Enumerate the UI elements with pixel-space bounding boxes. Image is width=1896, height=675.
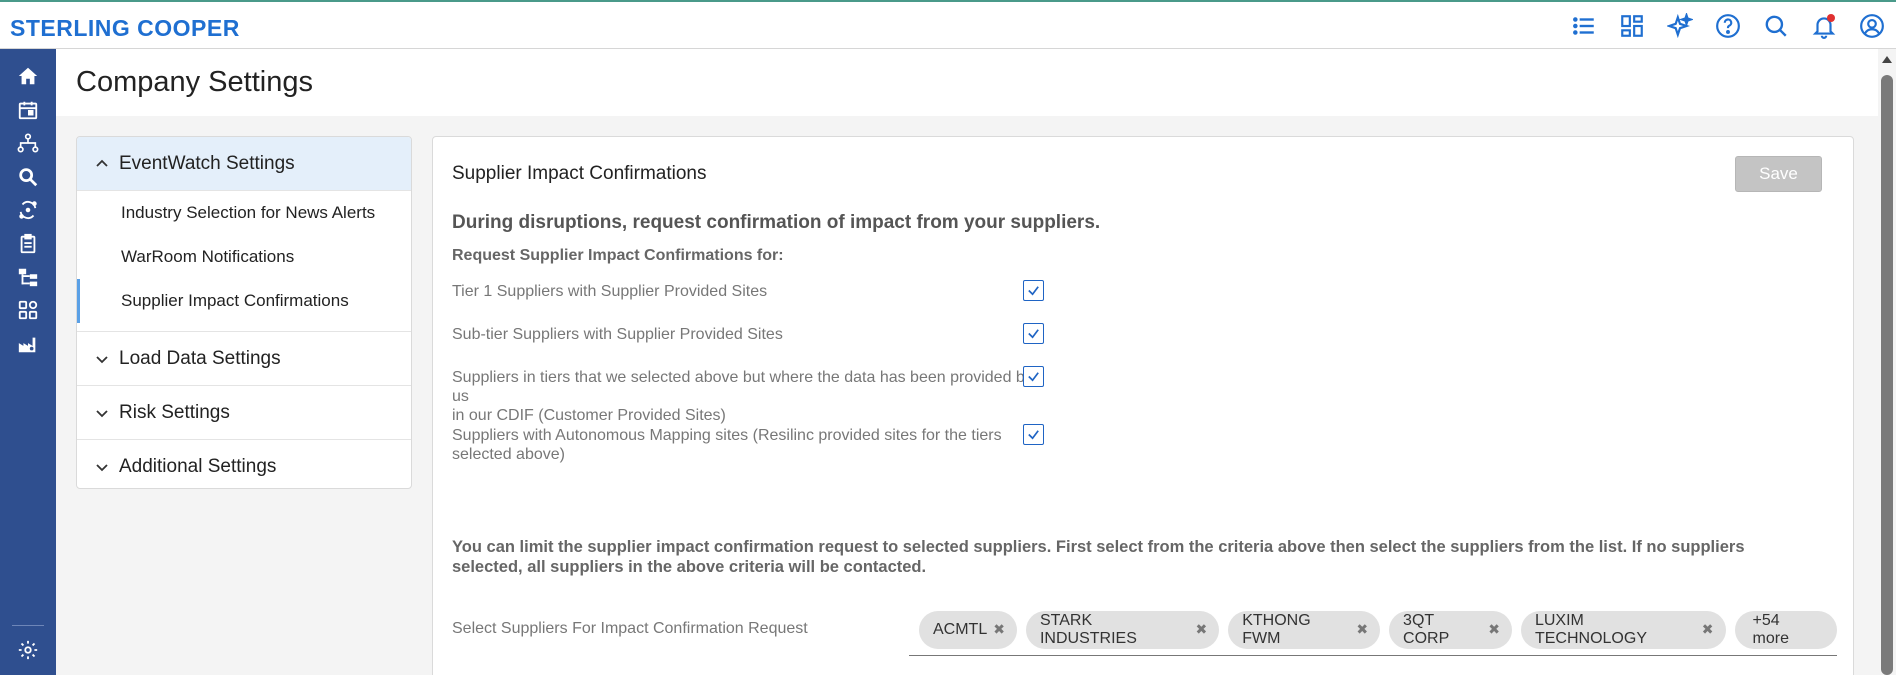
chip-remove-icon[interactable]: ✖ [1356, 621, 1368, 638]
clipboard-icon[interactable] [14, 230, 42, 258]
chip-label: STARK INDUSTRIES [1039, 611, 1137, 647]
chip-remove-icon[interactable]: ✖ [1195, 621, 1207, 638]
chip-label: KTHONG FWM [1242, 611, 1311, 647]
supplier-chip[interactable]: KTHONG FWM ✖ [1228, 610, 1381, 649]
checkbox-customer-provided[interactable] [1023, 366, 1044, 387]
sidebar-divider [12, 625, 44, 626]
checkbox-tier1[interactable] [1023, 280, 1044, 301]
check-icon [1028, 430, 1039, 440]
save-button[interactable]: Save [1735, 156, 1822, 192]
nav-group-label: Risk Settings [119, 401, 230, 423]
brand-logo[interactable]: STERLING COOPER [10, 15, 240, 42]
more-suppliers-chip[interactable]: +54 more [1734, 610, 1837, 649]
chevron-down-icon [93, 458, 111, 476]
page-title: Company Settings [76, 66, 313, 98]
option-text: Suppliers with Autonomous Mapping sites … [452, 427, 1002, 444]
checkbox-autonomous-mapping[interactable] [1023, 424, 1044, 445]
supplier-impact-card: Supplier Impact Confirmations Save Durin… [432, 136, 1854, 675]
options-label: Request Supplier Impact Confirmations fo… [452, 247, 784, 264]
chevron-up-icon [93, 155, 111, 173]
list-icon[interactable] [1560, 2, 1608, 49]
option-label-customer-provided: Suppliers in tiers that we selected abov… [452, 368, 1042, 425]
network-icon[interactable] [14, 129, 42, 157]
help-icon[interactable] [1704, 2, 1752, 49]
card-headline: During disruptions, request confirmation… [452, 212, 1101, 233]
page-scrollbar[interactable] [1878, 49, 1896, 675]
top-header: STERLING COOPER [0, 0, 1896, 49]
select-suppliers-label: Select Suppliers For Impact Confirmation… [452, 620, 808, 637]
chip-remove-icon[interactable]: ✖ [993, 621, 1005, 638]
search-icon[interactable] [1752, 2, 1800, 49]
scroll-up-arrow-icon[interactable] [1882, 56, 1892, 63]
option-text: selected above) [452, 446, 565, 463]
calendar-icon[interactable] [14, 96, 42, 124]
user-profile-icon[interactable] [1848, 2, 1896, 49]
chip-label: 3QT CORP [1403, 611, 1450, 647]
apps-grid-icon[interactable] [14, 296, 42, 324]
settings-gear-icon[interactable] [14, 636, 42, 664]
hierarchy-icon[interactable] [14, 263, 42, 291]
factory-icon[interactable] [14, 330, 42, 358]
option-text: Sub-tier Suppliers with Supplier Provide… [452, 326, 783, 343]
limit-note: You can limit the supplier impact confir… [452, 538, 1745, 576]
notification-dot [1827, 14, 1835, 22]
page-header: Company Settings [56, 49, 1878, 116]
nav-group-label: Additional Settings [119, 456, 277, 477]
chevron-down-icon [93, 350, 111, 368]
option-text: Tier 1 Suppliers with Supplier Provided … [452, 283, 768, 300]
nav-item-supplier-impact-confirmations[interactable]: Supplier Impact Confirmations [77, 279, 411, 323]
nav-subitems: Industry Selection for News Alerts WarRo… [77, 191, 411, 332]
nav-item-industry-selection[interactable]: Industry Selection for News Alerts [77, 191, 411, 235]
check-icon [1028, 286, 1039, 296]
settings-nav-panel: EventWatch Settings Industry Selection f… [76, 136, 412, 489]
scroll-thumb[interactable] [1881, 75, 1893, 675]
search-magnify-icon[interactable] [14, 163, 42, 191]
dashboard-icon[interactable] [1608, 2, 1656, 49]
left-sidebar [0, 49, 56, 675]
option-text: Suppliers in tiers that we selected abov… [452, 369, 1033, 405]
option-label-tier1: Tier 1 Suppliers with Supplier Provided … [452, 282, 1042, 301]
chip-label: LUXIM TECHNOLOGY [1534, 611, 1647, 647]
supplier-chip[interactable]: LUXIM TECHNOLOGY ✖ [1520, 610, 1726, 649]
option-label-autonomous-mapping: Suppliers with Autonomous Mapping sites … [452, 426, 1042, 464]
chip-label: ACMTL [933, 620, 988, 638]
supplier-chip[interactable]: ACMTL ✖ [919, 610, 1017, 649]
check-icon [1028, 329, 1039, 339]
nav-item-warroom-notifications[interactable]: WarRoom Notifications [77, 235, 411, 279]
option-label-subtier: Sub-tier Suppliers with Supplier Provide… [452, 325, 1042, 344]
home-icon[interactable] [14, 62, 42, 90]
sparkle-ai-icon[interactable] [1656, 2, 1704, 49]
chevron-down-icon [93, 404, 111, 422]
checkbox-subtier[interactable] [1023, 323, 1044, 344]
nav-group-label: EventWatch Settings [119, 152, 295, 174]
nav-group-load-data-settings[interactable]: Load Data Settings [77, 332, 411, 386]
supplier-chip[interactable]: 3QT CORP ✖ [1389, 610, 1512, 649]
option-text: in our CDIF (Customer Provided Sites) [452, 407, 726, 424]
nav-group-additional-settings[interactable]: Additional Settings [77, 440, 411, 488]
chip-remove-icon[interactable]: ✖ [1702, 621, 1714, 638]
cycle-icon[interactable] [14, 196, 42, 224]
check-icon [1028, 372, 1039, 382]
supplier-select-input[interactable]: ACMTL ✖ STARK INDUSTRIES ✖ KTHONG FWM ✖ … [909, 604, 1837, 656]
chip-remove-icon[interactable]: ✖ [1488, 621, 1500, 638]
card-title: Supplier Impact Confirmations [452, 163, 707, 184]
nav-group-eventwatch-settings[interactable]: EventWatch Settings [77, 137, 411, 191]
nav-group-label: Load Data Settings [119, 347, 281, 369]
supplier-chip[interactable]: STARK INDUSTRIES ✖ [1025, 610, 1220, 649]
bell-icon[interactable] [1800, 2, 1848, 49]
content-area: EventWatch Settings Industry Selection f… [56, 116, 1878, 675]
header-toolbar [1560, 2, 1896, 49]
nav-group-risk-settings[interactable]: Risk Settings [77, 386, 411, 440]
